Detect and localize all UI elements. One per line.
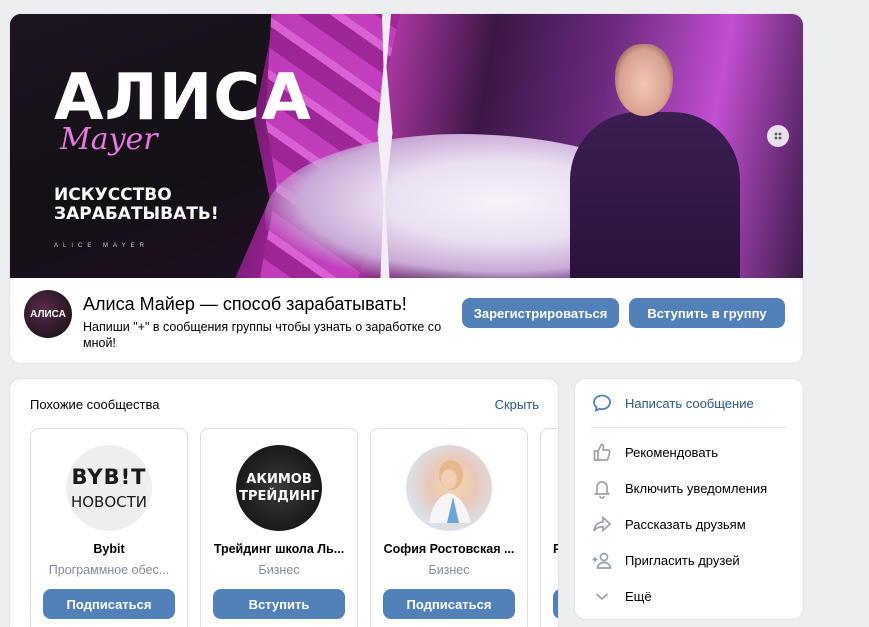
hide-link[interactable]: Скрыть <box>495 397 539 412</box>
cover-person-body <box>570 112 740 278</box>
community-name[interactable]: Р <box>553 542 558 556</box>
group-avatar[interactable]: АЛИСА <box>24 290 72 338</box>
group-avatar-text: АЛИСА <box>30 308 66 320</box>
community-avatar-line2: НОВОСТИ <box>70 493 148 511</box>
register-button[interactable]: Зарегистрироваться <box>462 298 619 328</box>
join-group-button[interactable]: Вступить в группу <box>629 298 785 328</box>
action-label: Рекомендовать <box>625 444 718 460</box>
community-avatar: BYB!T НОВОСТИ <box>66 445 152 531</box>
cover-menu-button[interactable] <box>767 125 789 147</box>
action-label: Пригласить друзей <box>625 552 740 568</box>
notifications-action[interactable]: Включить уведомления <box>591 477 767 499</box>
community-name[interactable]: Трейдинг школа Ль... <box>209 542 349 556</box>
cover-tagline: ИСКУССТВО ЗАРАБАТЫВАТЬ! <box>54 185 219 224</box>
similar-communities-title: Похожие сообщества <box>30 397 160 412</box>
cover-person <box>570 44 750 278</box>
community-type: Бизнес <box>428 563 470 577</box>
community-avatar <box>406 445 492 531</box>
chevron-down-icon <box>595 593 609 601</box>
cover-signature: ALICE MAYER <box>54 243 149 249</box>
action-label: Ещё <box>625 588 652 604</box>
message-icon <box>593 394 611 413</box>
group-title: Алиса Майер — способ зарабатывать! <box>83 294 407 314</box>
group-actions-card: Написать сообщение Рекомендовать Включит… <box>574 378 804 620</box>
community-card[interactable]: АКИМОВ ТРЕЙДИНГ Трейдинг школа Ль... Биз… <box>200 428 358 627</box>
add-user-icon <box>592 552 612 569</box>
community-avatar-line1: BYB!T <box>71 465 147 489</box>
dots-icon <box>774 132 782 140</box>
recommend-action[interactable]: Рекомендовать <box>591 441 718 463</box>
thumbs-up-icon <box>593 443 611 461</box>
community-card[interactable]: София Ростовская ... Бизнес Подписаться <box>370 428 528 627</box>
join-button[interactable]: Вступить <box>213 589 345 619</box>
subscribe-button[interactable]: Подписаться <box>383 589 515 619</box>
cover-logo-title: АЛИСА <box>54 61 312 135</box>
action-label: Включить уведомления <box>625 480 768 496</box>
more-action[interactable]: Ещё <box>591 585 652 607</box>
community-card[interactable]: BYB!T НОВОСТИ Bybit Программное обес... … <box>30 428 188 627</box>
community-type: Бизнес <box>258 563 300 577</box>
group-status: Напиши "+" в сообщения группы чтобы узна… <box>83 320 442 350</box>
invite-friends-action[interactable]: Пригласить друзей <box>591 549 740 571</box>
community-name[interactable]: Bybit <box>39 542 179 556</box>
community-avatar-line2: ТРЕЙДИНГ <box>239 489 319 504</box>
community-name[interactable]: София Ростовская ... <box>379 542 519 556</box>
action-label: Рассказать друзьям <box>625 516 746 532</box>
subscribe-button[interactable]: Подписаться <box>43 589 175 619</box>
community-avatar: АКИМОВ ТРЕЙДИНГ <box>236 445 322 531</box>
write-message-action[interactable]: Написать сообщение <box>591 392 754 414</box>
community-card[interactable]: Р <box>540 428 558 627</box>
bell-icon <box>593 481 611 499</box>
cover-logo-script: Mayer <box>60 122 158 157</box>
similar-communities-card: Похожие сообщества Скрыть BYB!T НОВОСТИ … <box>9 378 559 627</box>
divider <box>591 427 787 428</box>
share-action[interactable]: Рассказать друзьям <box>591 513 746 535</box>
subscribe-button[interactable] <box>553 589 558 619</box>
action-label: Написать сообщение <box>625 395 754 411</box>
cover-person-head <box>615 44 673 116</box>
cover-image: АЛИСА Mayer ИСКУССТВО ЗАРАБАТЫВАТЬ! ALIC… <box>10 14 803 278</box>
share-icon <box>593 515 612 533</box>
community-type: Программное обес... <box>48 563 170 577</box>
community-avatar-line1: АКИМОВ <box>246 472 312 487</box>
person-photo-icon <box>429 460 471 523</box>
group-header-card: АЛИСА Mayer ИСКУССТВО ЗАРАБАТЫВАТЬ! ALIC… <box>9 13 804 364</box>
